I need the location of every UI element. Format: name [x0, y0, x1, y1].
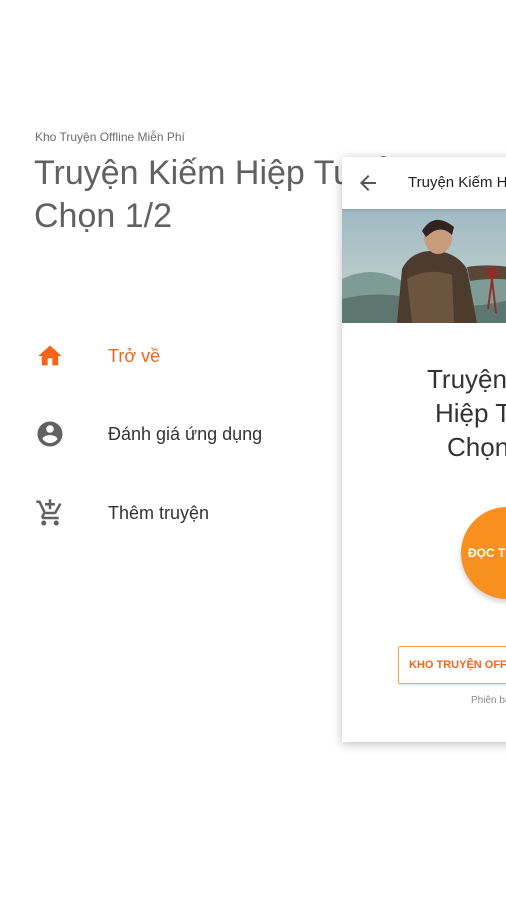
preview-app-bar: Truyện Kiếm Hiệp	[342, 157, 506, 209]
read-story-label: ĐỌC TRUYỆN	[468, 546, 506, 560]
read-story-button[interactable]: ĐỌC TRUYỆN	[461, 507, 506, 599]
offline-store-button[interactable]: KHO TRUYỆN OFFLINE	[398, 646, 506, 684]
drawer-subtitle: Kho Truyện Offline Miễn Phí	[35, 130, 185, 144]
version-text: Phiên bản	[471, 695, 506, 706]
hero-image	[342, 209, 506, 323]
menu-item-rate-app[interactable]: Đánh giá ứng dụng	[0, 410, 330, 458]
preview-title-line2: Hiệp Tuyển	[435, 398, 506, 428]
menu-item-back[interactable]: Trở về	[0, 332, 330, 380]
menu-item-label: Trở về	[108, 345, 161, 366]
home-icon	[34, 340, 66, 372]
app-preview-card: Truyện Kiếm Hiệp Truyện Kiếm Hiệp Tuy	[342, 157, 506, 742]
preview-title-line1: Truyện Kiếm	[427, 364, 506, 394]
back-arrow-icon[interactable]	[356, 171, 380, 195]
offline-store-label: KHO TRUYỆN OFFLINE	[409, 659, 506, 671]
add-shopping-cart-icon	[34, 497, 66, 529]
account-circle-icon	[34, 418, 66, 450]
menu-item-label: Đánh giá ứng dụng	[108, 423, 263, 444]
preview-app-title: Truyện Kiếm Hiệp	[408, 174, 506, 191]
menu-item-add-story[interactable]: Thêm truyện	[0, 489, 330, 537]
preview-title-line3: Chọn 1/2	[447, 432, 506, 462]
menu-item-label: Thêm truyện	[108, 502, 210, 523]
